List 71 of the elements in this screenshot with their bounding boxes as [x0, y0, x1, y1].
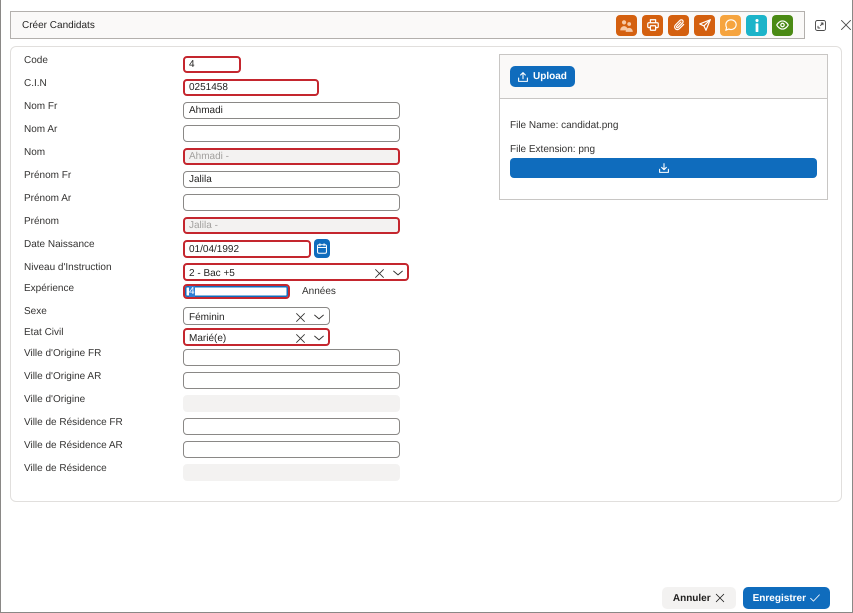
text-input[interactable]: 0251458: [183, 79, 319, 96]
field-label: Code: [24, 55, 49, 67]
field-label: Sexe: [24, 306, 48, 318]
field-label: Ville d'Origine: [24, 394, 86, 406]
field-label: Nom Fr: [24, 101, 58, 113]
dropdown[interactable]: Féminin: [183, 307, 330, 325]
field-label: Nom Ar: [24, 124, 58, 136]
field-label: Prénom: [24, 216, 60, 228]
text-input[interactable]: [183, 372, 400, 389]
field-label: Ville de Résidence: [24, 463, 108, 475]
dropdown[interactable]: 2 - Bac +5: [183, 263, 409, 281]
cross-icon: [714, 593, 725, 603]
clear-icon[interactable]: [296, 312, 305, 322]
people-icon: [620, 18, 633, 32]
dropdown[interactable]: Marié(e): [183, 328, 330, 346]
cancel-button[interactable]: Annuler: [662, 587, 736, 609]
attach-button[interactable]: [668, 14, 689, 36]
print-button[interactable]: [642, 14, 663, 36]
unit-label: Années: [302, 285, 336, 299]
chevron-down-icon[interactable]: [314, 335, 324, 341]
text-input[interactable]: [183, 125, 400, 142]
number-input[interactable]: 4: [183, 284, 290, 299]
text-input[interactable]: [183, 194, 400, 211]
printer-icon: [646, 19, 658, 31]
file-extension-text: File Extension: png: [510, 144, 596, 156]
chevron-down-icon[interactable]: [314, 314, 324, 320]
upload-icon: [518, 72, 528, 82]
text-input[interactable]: [183, 349, 400, 366]
text-input: Ahmadi -: [183, 148, 400, 165]
field-label: Niveau d'Instruction: [24, 262, 113, 274]
window-title: Créer Candidats: [22, 20, 96, 30]
text-input[interactable]: Jalila: [183, 171, 400, 188]
field-label: Ville de Résidence AR: [24, 440, 124, 452]
field-label: Ville d'Origine FR: [24, 348, 102, 360]
text-input[interactable]: 4: [183, 56, 241, 73]
text-input[interactable]: [183, 441, 400, 458]
speech-bubble-icon: [724, 19, 736, 31]
info-button[interactable]: [746, 14, 767, 36]
paper-plane-icon: [698, 19, 710, 31]
date-input[interactable]: 01/04/1992: [183, 240, 311, 258]
field-label: Etat Civil: [24, 327, 64, 339]
save-button[interactable]: Enregistrer: [742, 587, 830, 609]
text-input[interactable]: Ahmadi: [183, 102, 400, 119]
field-label: Expérience: [24, 283, 76, 295]
eye-icon: [776, 20, 789, 30]
clear-icon[interactable]: [296, 334, 305, 342]
upload-button[interactable]: Upload: [510, 66, 575, 87]
chevron-down-icon[interactable]: [393, 270, 403, 276]
calendar-icon: [317, 243, 327, 254]
field-label: Date Naissance: [24, 239, 96, 251]
clear-icon[interactable]: [375, 268, 384, 278]
check-icon: [810, 593, 820, 603]
field-label: Nom: [24, 147, 46, 159]
people-button[interactable]: [616, 14, 637, 36]
text-input[interactable]: [183, 418, 400, 435]
field-label: Ville de Résidence FR: [24, 417, 124, 429]
field-label: Prénom Ar: [24, 193, 72, 205]
view-button[interactable]: [772, 14, 793, 36]
field-label: Ville d'Origine AR: [24, 371, 102, 383]
info-icon: [754, 18, 758, 32]
download-icon: [658, 163, 668, 173]
paperclip-icon: [672, 19, 684, 31]
send-button[interactable]: [694, 14, 715, 36]
calendar-button[interactable]: [314, 239, 330, 258]
file-name-text: File Name: candidat.png: [510, 120, 620, 132]
close-icon[interactable]: [841, 20, 851, 30]
comment-button[interactable]: [720, 14, 741, 36]
text-input: Jalila -: [183, 217, 400, 234]
field-label: C.I.N: [24, 78, 48, 90]
expand-icon[interactable]: [815, 20, 826, 30]
field-label: Prénom Fr: [24, 170, 72, 182]
